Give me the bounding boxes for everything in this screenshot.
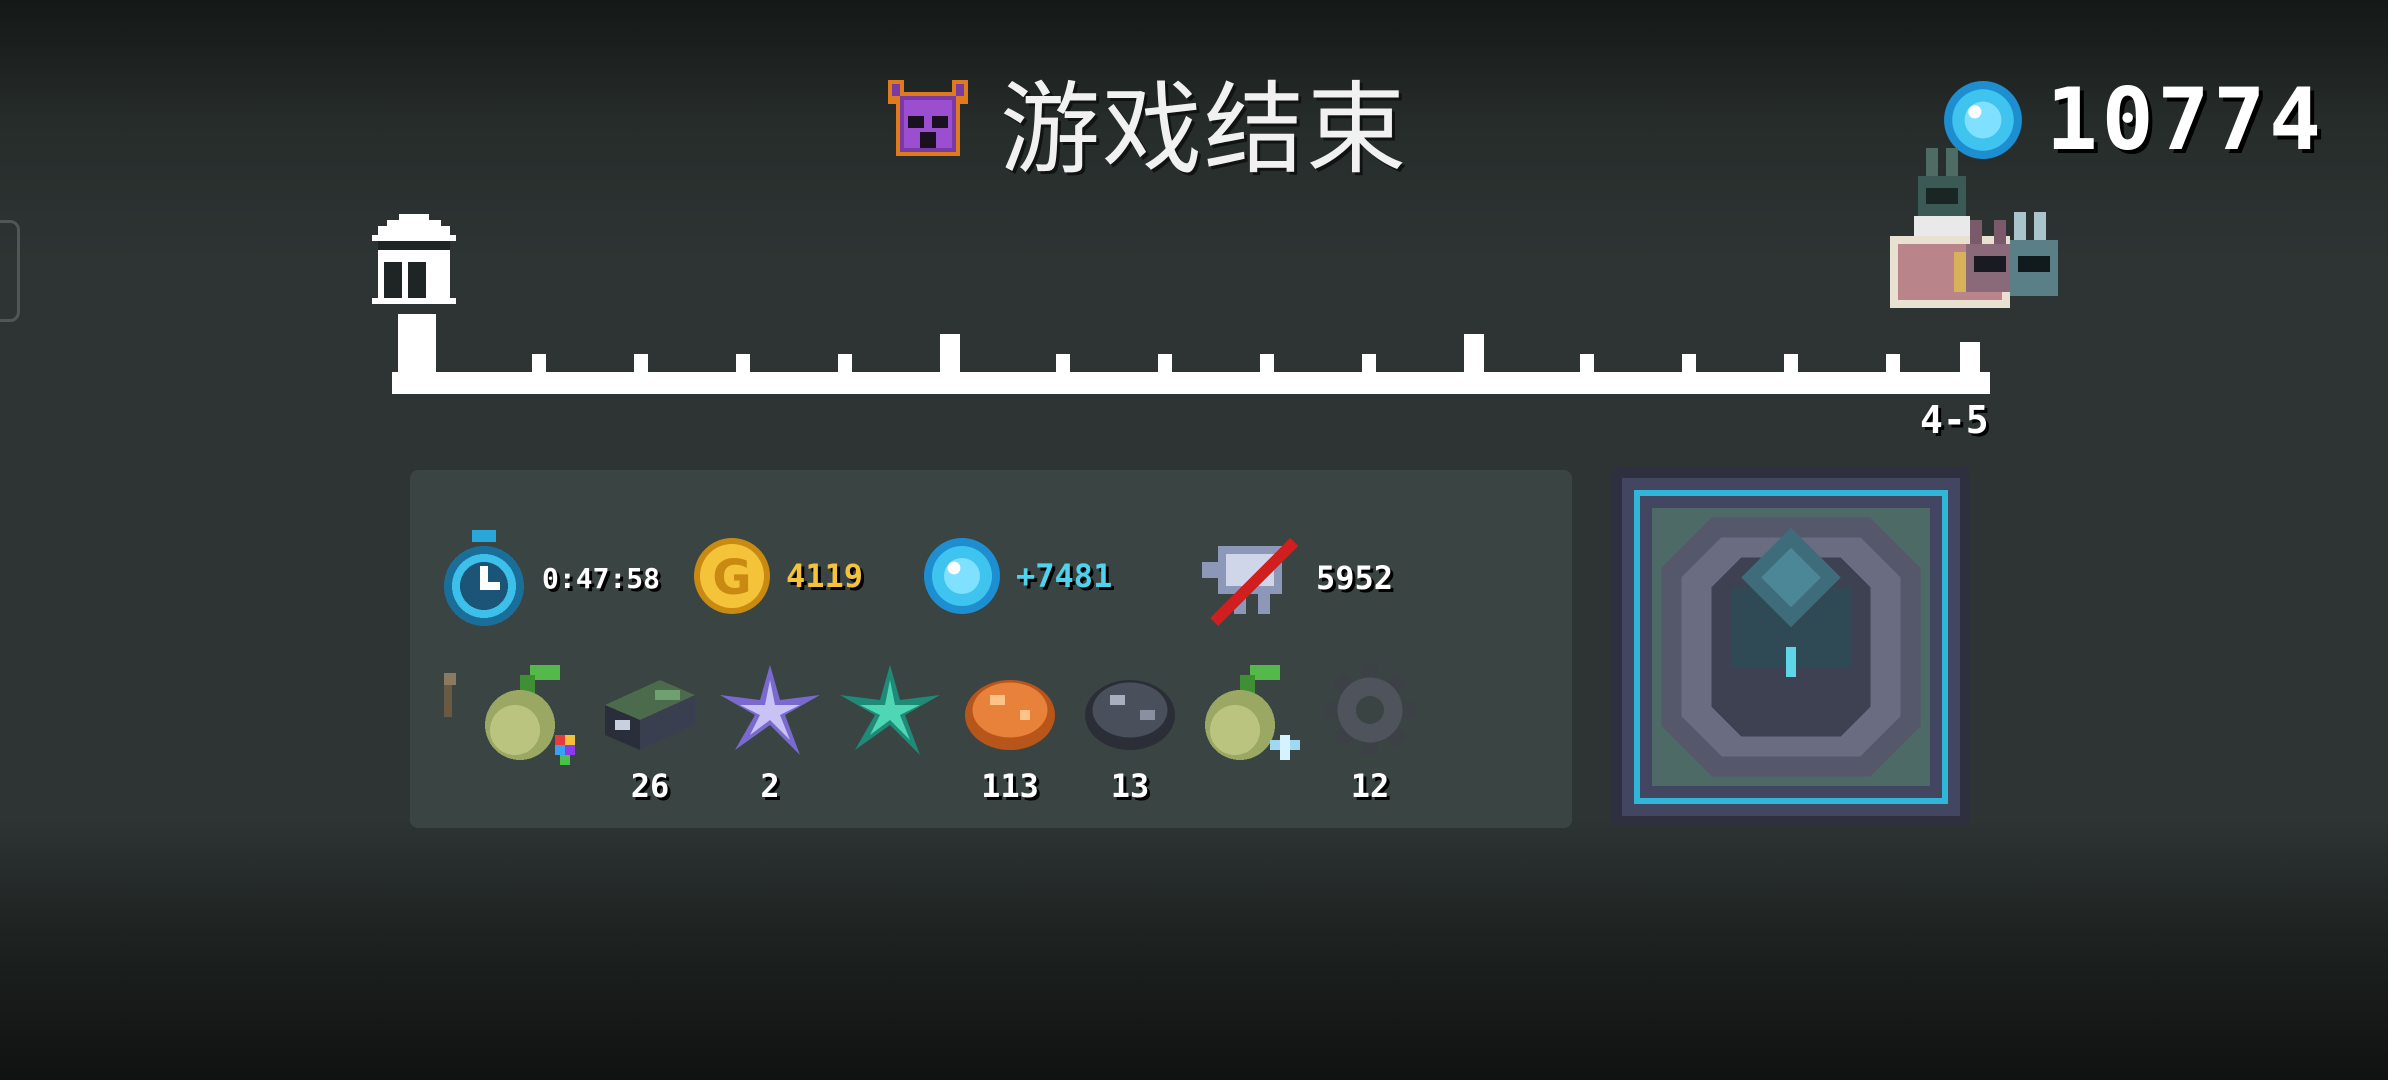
gem-gain-value: +7481 — [1016, 557, 1113, 595]
loot-item: 113 — [960, 665, 1060, 815]
stage-progress-track — [392, 314, 1990, 394]
item-count: 113 — [981, 767, 1039, 805]
loot-item: 26 — [600, 665, 700, 815]
track-tick — [1362, 354, 1376, 376]
blue-gem-icon — [924, 538, 1000, 614]
loot-item — [480, 665, 580, 815]
svg-text:G: G — [712, 550, 751, 606]
game-over-title: 游戏结束 — [880, 60, 1408, 188]
track-start-marker — [398, 314, 436, 376]
page-title: 游戏结束 — [1000, 70, 1408, 188]
gear-icon — [1325, 665, 1415, 755]
track-tick — [1580, 354, 1594, 376]
stopwatch-icon — [444, 530, 524, 626]
dark-iron-ore-icon — [1085, 680, 1175, 750]
time-value: 0:47:58 — [542, 561, 661, 595]
time-stat: 0:47:58 — [440, 530, 660, 626]
track-tick — [1682, 354, 1696, 376]
gem-gain-stat: +7481 — [922, 536, 1112, 616]
item-count: 26 — [630, 767, 670, 805]
player-party-icon — [1890, 148, 2058, 308]
gold-coin-icon: G — [694, 538, 770, 614]
battery-box-icon — [605, 680, 695, 750]
track-tick — [838, 354, 852, 376]
item-count: 13 — [1110, 767, 1150, 805]
loot-item: 13 — [1080, 665, 1180, 815]
track-tick — [1784, 354, 1798, 376]
track-tick — [1158, 354, 1172, 376]
loot-item — [428, 665, 468, 815]
track-tick — [532, 354, 546, 376]
item-count: 12 — [1350, 767, 1390, 805]
loot-list: 26 2 113 13 12 — [440, 665, 1540, 815]
stage-label: 4-5 — [1920, 398, 1989, 442]
track-chapter-marker — [940, 334, 960, 376]
item-count: 2 — [760, 767, 780, 805]
seed-pod-ice-flower-icon — [1205, 665, 1300, 760]
home-icon — [372, 214, 456, 304]
kills-value: 5952 — [1316, 559, 1394, 597]
small-stick-icon — [444, 673, 456, 717]
green-leaf-star-icon — [840, 665, 940, 755]
portal-altar-icon — [1612, 468, 1970, 826]
loot-item: 12 — [1320, 665, 1420, 815]
gold-stat: G 4119 — [692, 536, 863, 616]
loot-item: 2 — [720, 665, 820, 815]
kills-stat: 5952 — [1202, 530, 1393, 626]
run-summary-panel: 0:47:58 G 4119 +7481 5952 26 2 113 13 12 — [410, 470, 1572, 828]
slain-enemy-icon — [1202, 538, 1298, 626]
loot-item — [1200, 665, 1300, 815]
purple-crystal-star-icon — [720, 665, 820, 755]
track-tick — [1056, 354, 1070, 376]
seed-pod-rainbow-flower-icon — [485, 665, 575, 765]
track-tick — [1260, 354, 1274, 376]
loot-item — [840, 665, 940, 815]
orange-ore-icon — [965, 680, 1055, 750]
side-menu-handle[interactable] — [0, 220, 20, 322]
track-chapter-marker — [1464, 334, 1484, 376]
gold-value: 4119 — [786, 557, 864, 595]
track-tick — [634, 354, 648, 376]
track-tick — [736, 354, 750, 376]
purple-demon-mask-icon — [888, 80, 968, 156]
